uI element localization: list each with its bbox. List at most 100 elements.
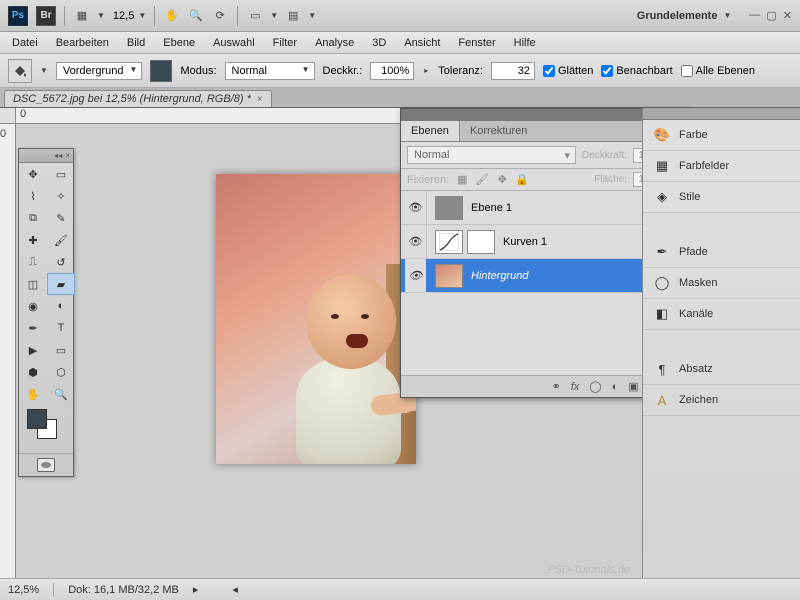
- document-canvas[interactable]: [216, 174, 416, 464]
- pen-tool[interactable]: ✒: [19, 317, 47, 339]
- menu-auswahl[interactable]: Auswahl: [205, 34, 263, 52]
- lock-pixels-icon[interactable]: 🖌: [475, 173, 489, 187]
- chevron-down-icon[interactable]: ▼: [40, 66, 48, 75]
- arrow-left-icon[interactable]: ◂: [232, 583, 238, 596]
- screen-mode-icon[interactable]: ▭: [246, 7, 264, 25]
- eyedropper-tool[interactable]: ✎: [47, 207, 75, 229]
- chevron-down-icon[interactable]: ▼: [97, 11, 105, 20]
- antialias-checkbox[interactable]: Glätten: [543, 65, 593, 77]
- fill-pattern-swatch[interactable]: [150, 60, 172, 82]
- hand-tool[interactable]: ✋: [19, 383, 47, 405]
- panel-pfade[interactable]: ✒Pfade: [643, 237, 800, 268]
- tolerance-input[interactable]: 32: [491, 62, 535, 80]
- quickmask-toggle[interactable]: [37, 458, 55, 472]
- history-brush-tool[interactable]: ↺: [47, 251, 75, 273]
- dodge-tool[interactable]: ◐: [47, 295, 75, 317]
- mask-thumbnail[interactable]: [467, 230, 495, 254]
- 3d-tool[interactable]: ⬢: [19, 361, 47, 383]
- visibility-toggle-icon[interactable]: 👁: [408, 235, 424, 248]
- color-swatches[interactable]: [23, 409, 69, 449]
- add-mask-icon[interactable]: ◯: [589, 380, 601, 393]
- dock-header[interactable]: [643, 108, 800, 120]
- panel-masken[interactable]: ◯Masken: [643, 268, 800, 299]
- all-layers-checkbox[interactable]: Alle Ebenen: [681, 65, 755, 77]
- layer-thumbnail[interactable]: [435, 196, 463, 220]
- grid-arrange-icon[interactable]: ▦: [73, 7, 91, 25]
- bucket-tool[interactable]: ▰: [47, 273, 75, 295]
- menu-analyse[interactable]: Analyse: [307, 34, 362, 52]
- zoom-tool[interactable]: 🔍: [47, 383, 75, 405]
- panel-stile[interactable]: ◈Stile: [643, 182, 800, 213]
- rotate-view-icon[interactable]: ⟳: [211, 7, 229, 25]
- stamp-tool[interactable]: ⎍: [19, 251, 47, 273]
- blend-mode-select[interactable]: Normal: [225, 62, 315, 80]
- type-tool[interactable]: T: [47, 317, 75, 339]
- menu-datei[interactable]: Datei: [4, 34, 46, 52]
- panel-kanale[interactable]: ◧Kanäle: [643, 299, 800, 330]
- tab-ebenen[interactable]: Ebenen: [401, 121, 460, 141]
- lock-transparent-icon[interactable]: ▦: [455, 173, 469, 187]
- eraser-tool[interactable]: ◫: [19, 273, 47, 295]
- move-tool[interactable]: ✥: [19, 163, 47, 185]
- document-tab[interactable]: DSC_5672.jpg bei 12,5% (Hintergrund, RGB…: [4, 90, 272, 107]
- shape-tool[interactable]: ▭: [47, 339, 75, 361]
- path-select-tool[interactable]: ▶: [19, 339, 47, 361]
- close-button[interactable]: ✕: [783, 9, 792, 22]
- menu-ebene[interactable]: Ebene: [155, 34, 203, 52]
- minimize-button[interactable]: —: [749, 9, 760, 22]
- marquee-tool[interactable]: ▭: [47, 163, 75, 185]
- wand-tool[interactable]: ✧: [47, 185, 75, 207]
- panel-absatz[interactable]: ¶Absatz: [643, 354, 800, 385]
- crop-tool[interactable]: ⧉: [19, 207, 47, 229]
- workspace-switcher[interactable]: Grundelemente ▼: [637, 10, 732, 22]
- arrow-right-icon[interactable]: ▸: [422, 66, 430, 75]
- menu-hilfe[interactable]: Hilfe: [506, 34, 544, 52]
- toolbox-header[interactable]: ◂◂×: [19, 149, 73, 163]
- zoom-selector[interactable]: 12,5 ▼: [113, 10, 146, 22]
- chevron-down-icon[interactable]: ▼: [308, 11, 316, 20]
- visibility-toggle-icon[interactable]: 👁: [408, 201, 424, 214]
- status-docinfo[interactable]: Dok: 16,1 MB/32,2 MB: [68, 584, 179, 596]
- hand-tool-icon[interactable]: ✋: [163, 7, 181, 25]
- layer-thumbnail[interactable]: [435, 264, 463, 288]
- chevron-down-icon[interactable]: ▼: [270, 11, 278, 20]
- ruler-origin[interactable]: [0, 108, 16, 124]
- zoom-tool-icon[interactable]: 🔍: [187, 7, 205, 25]
- new-group-icon[interactable]: ▣: [628, 380, 638, 393]
- bucket-tool-icon[interactable]: [8, 59, 32, 83]
- tab-korrekturen[interactable]: Korrekturen: [460, 121, 537, 141]
- collapse-icon[interactable]: ◂◂: [54, 151, 62, 160]
- menu-bild[interactable]: Bild: [119, 34, 153, 52]
- arrow-right-icon[interactable]: ▸: [193, 583, 199, 596]
- opacity-input[interactable]: 100%: [370, 62, 414, 80]
- app-logo-bridge[interactable]: Br: [36, 6, 56, 26]
- lock-position-icon[interactable]: ✥: [495, 173, 509, 187]
- close-icon[interactable]: ×: [65, 151, 70, 160]
- lock-all-icon[interactable]: 🔒: [515, 173, 529, 187]
- menu-filter[interactable]: Filter: [265, 34, 305, 52]
- contiguous-checkbox[interactable]: Benachbart: [601, 65, 672, 77]
- foreground-color[interactable]: [27, 409, 47, 429]
- app-logo-ps[interactable]: Ps: [8, 6, 28, 26]
- close-tab-icon[interactable]: ×: [257, 94, 263, 105]
- visibility-toggle-icon[interactable]: 👁: [408, 269, 424, 282]
- adjustment-layer-icon[interactable]: ◐: [612, 381, 619, 393]
- fill-source-select[interactable]: Vordergrund: [56, 62, 143, 80]
- 3d-camera-tool[interactable]: ⬡: [47, 361, 75, 383]
- menu-bearbeiten[interactable]: Bearbeiten: [48, 34, 117, 52]
- adjustment-thumbnail[interactable]: [435, 230, 463, 254]
- layer-blend-select[interactable]: Normal: [407, 146, 576, 164]
- menu-3d[interactable]: 3D: [364, 34, 394, 52]
- menu-fenster[interactable]: Fenster: [450, 34, 503, 52]
- brush-tool[interactable]: 🖌: [47, 229, 75, 251]
- panel-farbfelder[interactable]: ▦Farbfelder: [643, 151, 800, 182]
- panel-farbe[interactable]: 🎨Farbe: [643, 120, 800, 151]
- ruler-vertical[interactable]: 0: [0, 124, 16, 578]
- heal-tool[interactable]: ✚: [19, 229, 47, 251]
- blur-tool[interactable]: ◉: [19, 295, 47, 317]
- layer-name[interactable]: Hintergrund: [471, 270, 661, 282]
- link-layers-icon[interactable]: ⚭: [551, 380, 560, 393]
- maximize-button[interactable]: ▢: [766, 9, 776, 22]
- lasso-tool[interactable]: ⌇: [19, 185, 47, 207]
- status-zoom[interactable]: 12,5%: [8, 584, 39, 596]
